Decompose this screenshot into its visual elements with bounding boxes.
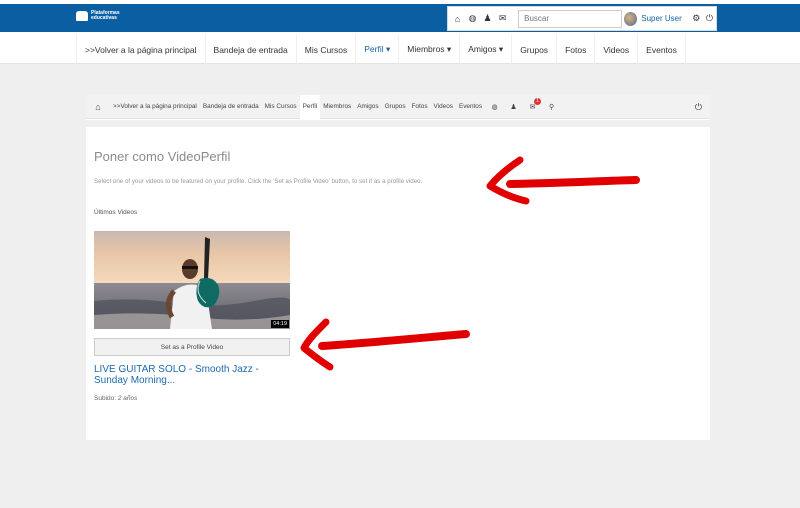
video-thumbnail[interactable]: 04:19 [94,231,290,329]
nav-item-profile[interactable]: Perfil ▾ [356,35,400,64]
upload-label: Subido: [94,395,117,402]
inner-nav-item-photos[interactable]: Fotos [409,95,431,119]
inner-nav-item-courses[interactable]: Mis Cursos [262,95,300,119]
inner-nav-item-events[interactable]: Eventos [456,95,485,119]
top-bar: Plataformas educativas ⌂ ◍ ♟ ✉ Super Use… [0,0,800,35]
nav-item-friends[interactable]: Amigos ▾ [460,35,513,64]
notification-badge: 1 [534,97,542,105]
friends-icon[interactable]: ♟ [480,9,495,29]
main-nav: >>Volver a la página principal Bandeja d… [0,35,800,64]
video-thumbnail-image [94,231,290,329]
nav-item-courses[interactable]: Mis Cursos [297,35,357,64]
inner-nav-item-home[interactable]: >>Volver a la página principal [110,95,200,119]
inner-nav-item-groups[interactable]: Grupos [382,95,409,119]
globe-icon[interactable]: ◍ [485,103,504,111]
video-duration: 04:19 [271,320,289,328]
nav-item-photos[interactable]: Fotos [557,35,596,64]
nav-item-events[interactable]: Eventos [638,35,686,64]
power-icon[interactable]: ⏻ [695,95,702,119]
gear-icon[interactable]: ⚙ [690,9,703,29]
inner-nav: ⌂ >>Volver a la página principal Bandeja… [86,94,710,119]
inner-nav-item-profile[interactable]: Perfil [299,94,321,119]
globe-icon[interactable]: ◍ [465,9,480,29]
avatar[interactable] [624,11,638,26]
page-title: Poner como VideoPerfil [94,149,231,164]
set-profile-video-button[interactable]: Set as a Profile Video [94,338,290,356]
mail-icon[interactable]: ✉ [495,9,510,29]
nav-item-videos[interactable]: Videos [595,35,639,64]
mail-icon[interactable]: ✉ 1 [523,97,542,111]
home-icon[interactable]: ⌂ [450,9,465,29]
site-logo[interactable]: Plataformas educativas [76,11,120,21]
inner-nav-item-videos[interactable]: Videos [431,95,456,119]
nav-item-home[interactable]: >>Volver a la página principal [77,35,206,64]
nav-item-inbox[interactable]: Bandeja de entrada [206,35,297,64]
content-frame: ⌂ >>Volver a la página principal Bandeja… [86,94,710,440]
nav-item-members[interactable]: Miembros ▾ [399,35,461,64]
top-toolbar: ⌂ ◍ ♟ ✉ Super User ⚙ ⏻ [447,6,717,31]
home-icon[interactable]: ⌂ [86,102,110,112]
video-title-link[interactable]: LIVE GUITAR SOLO - Smooth Jazz - Sunday … [94,364,294,386]
logo-text-line2: educativas [91,15,117,21]
upload-age: 2 años [117,395,138,402]
nav-item-groups[interactable]: Grupos [512,35,558,64]
inner-nav-item-members[interactable]: Miembros [320,95,354,119]
power-icon[interactable]: ⏻ [703,9,716,29]
upload-info: Subido: 2 años [94,395,137,402]
inner-nav-item-inbox[interactable]: Bandeja de entrada [200,95,262,119]
logo-icon [76,11,88,21]
user-name-link[interactable]: Super User [641,14,681,23]
page-description: Select one of your videos to be featured… [94,178,423,185]
friends-icon[interactable]: ♟ [504,103,523,111]
nav-separator [86,120,710,127]
section-heading: Últimos Videos [94,209,138,216]
search-icon[interactable]: ⚲ [542,103,561,111]
search-input[interactable] [518,9,623,28]
inner-nav-item-friends[interactable]: Amigos [354,95,381,119]
